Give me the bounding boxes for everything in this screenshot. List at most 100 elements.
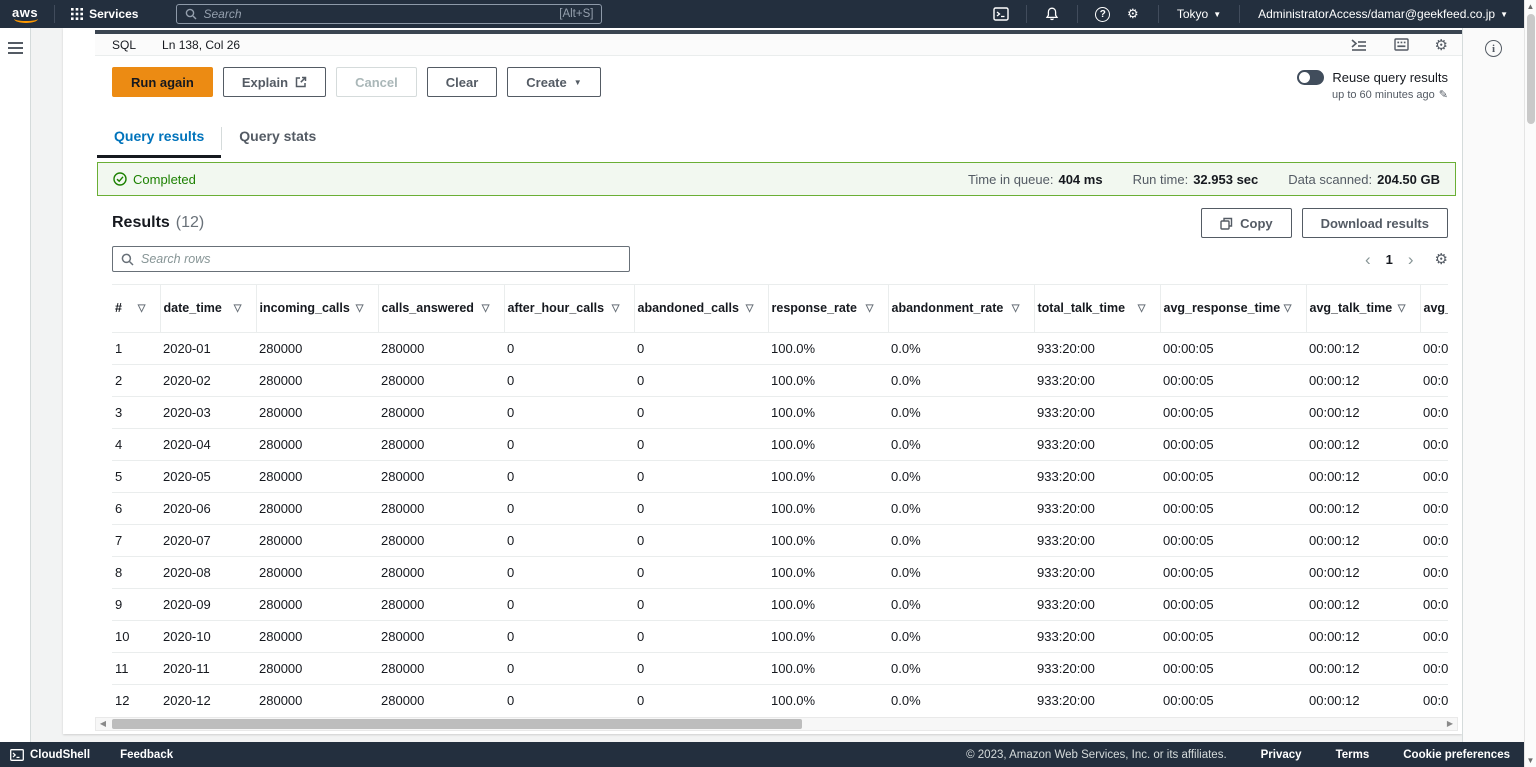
clear-button[interactable]: Clear xyxy=(427,67,498,97)
run-again-button[interactable]: Run again xyxy=(112,67,213,97)
next-page-icon[interactable]: › xyxy=(1408,251,1414,268)
table-cell: 00:00: xyxy=(1420,525,1448,557)
query-editor-panel: SQL Ln 138, Col 26 ⚙ Run again Explain xyxy=(63,28,1462,734)
console-search[interactable]: [Alt+S] xyxy=(176,4,602,24)
table-cell: 0.0% xyxy=(888,461,1034,493)
column-header-after-hour-calls[interactable]: after_hour_calls▽ xyxy=(504,285,634,333)
column-filter-icon[interactable]: ▽ xyxy=(1012,303,1030,314)
reuse-results-toggle[interactable] xyxy=(1297,70,1324,85)
settings-gear-icon[interactable]: ⚙ xyxy=(1118,0,1148,28)
table-cell: 0 xyxy=(634,493,768,525)
vertical-scrollbar[interactable]: ▲ ▼ xyxy=(1524,0,1536,767)
search-rows-input[interactable] xyxy=(141,252,621,266)
help-icon[interactable]: ? xyxy=(1088,0,1118,28)
column-filter-icon[interactable]: ▽ xyxy=(356,303,374,314)
table-cell: 00:00: xyxy=(1420,461,1448,493)
cookie-preferences-link[interactable]: Cookie preferences xyxy=(1403,749,1510,761)
column-label: calls_answered xyxy=(382,300,474,317)
scroll-up-icon[interactable]: ▲ xyxy=(1525,0,1536,13)
column-header-avg-talk-time[interactable]: avg_talk_time ▽ xyxy=(1306,285,1420,333)
table-cell: 0 xyxy=(634,621,768,653)
table-cell: 0 xyxy=(504,557,634,589)
table-cell: 280000 xyxy=(256,557,378,589)
results-filter-row: ‹ 1 › ⚙ xyxy=(112,246,1448,272)
privacy-link[interactable]: Privacy xyxy=(1261,749,1302,761)
table-cell: 00:00:12 xyxy=(1306,589,1420,621)
cloudshell-icon[interactable] xyxy=(986,0,1016,28)
table-cell: 00:00:05 xyxy=(1160,557,1306,589)
column-filter-icon[interactable]: ▽ xyxy=(612,303,630,314)
column-filter-icon[interactable]: ▽ xyxy=(234,303,252,314)
table-cell: 0 xyxy=(504,365,634,397)
info-icon[interactable]: i xyxy=(1485,40,1502,57)
tab-query-results[interactable]: Query results xyxy=(97,126,221,158)
menu-hamburger-icon[interactable] xyxy=(8,42,23,54)
column-header-total-talk-time[interactable]: total_talk_time▽ xyxy=(1034,285,1160,333)
scrollbar-thumb[interactable] xyxy=(1527,14,1535,124)
column-filter-icon[interactable]: ▽ xyxy=(138,303,156,314)
scroll-down-icon[interactable]: ▼ xyxy=(1525,754,1536,767)
table-cell: 100.0% xyxy=(768,429,888,461)
region-selector[interactable]: Tokyo ▼ xyxy=(1169,0,1229,28)
services-menu[interactable]: Services xyxy=(65,0,144,28)
copy-button[interactable]: Copy xyxy=(1201,208,1292,238)
download-results-button[interactable]: Download results xyxy=(1302,208,1448,238)
table-cell: 280000 xyxy=(378,333,504,365)
table-cell: 12 xyxy=(112,685,160,717)
column-filter-icon[interactable]: ▽ xyxy=(482,303,500,314)
notifications-bell-icon[interactable] xyxy=(1037,0,1067,28)
table-cell: 2020-10 xyxy=(160,621,256,653)
tab-query-stats[interactable]: Query stats xyxy=(222,126,333,158)
divider xyxy=(1158,5,1159,23)
cancel-button[interactable]: Cancel xyxy=(336,67,417,97)
scrollbar-thumb[interactable] xyxy=(112,719,802,729)
table-cell: 0.0% xyxy=(888,333,1034,365)
scroll-left-icon[interactable]: ◀ xyxy=(96,719,110,728)
explain-button[interactable]: Explain xyxy=(223,67,326,97)
column-header--[interactable]: #▽ xyxy=(112,285,160,333)
column-label: avg_talk_time xyxy=(1310,300,1393,317)
column-filter-icon[interactable]: ▽ xyxy=(866,303,884,314)
create-dropdown-button[interactable]: Create ▼ xyxy=(507,67,600,97)
column-label: response_rate xyxy=(772,300,857,317)
editor-settings-gear-icon[interactable]: ⚙ xyxy=(1435,36,1448,54)
table-cell: 280000 xyxy=(378,621,504,653)
copy-icon xyxy=(1220,217,1233,230)
column-filter-icon[interactable]: ▽ xyxy=(746,303,764,314)
search-input[interactable] xyxy=(203,7,553,21)
column-header-abandoned-calls[interactable]: abandoned_calls▽ xyxy=(634,285,768,333)
terms-link[interactable]: Terms xyxy=(1336,749,1370,761)
previous-page-icon[interactable]: ‹ xyxy=(1365,251,1371,268)
footer-feedback[interactable]: Feedback xyxy=(120,749,173,761)
table-cell: 00:00:12 xyxy=(1306,653,1420,685)
edit-pencil-icon[interactable]: ✎ xyxy=(1439,88,1448,101)
table-cell: 280000 xyxy=(378,461,504,493)
column-filter-icon[interactable]: ▽ xyxy=(1138,303,1156,314)
table-cell: 0 xyxy=(634,461,768,493)
column-filter-icon[interactable]: ▽ xyxy=(1284,303,1302,314)
scroll-right-icon[interactable]: ▶ xyxy=(1443,719,1457,728)
column-header-avg-response-time[interactable]: avg_response_time▽ xyxy=(1160,285,1306,333)
keyboard-shortcuts-icon[interactable] xyxy=(1394,38,1409,51)
format-query-icon[interactable] xyxy=(1351,38,1368,51)
column-header-date-time[interactable]: date_time▽ xyxy=(160,285,256,333)
table-cell: 00:00: xyxy=(1420,685,1448,717)
aws-logo[interactable]: aws xyxy=(10,5,44,23)
column-header-response-rate[interactable]: response_rate ▽ xyxy=(768,285,888,333)
column-header-avg-a[interactable]: avg_a▽ xyxy=(1420,285,1448,333)
column-header-calls-answered[interactable]: calls_answered ▽ xyxy=(378,285,504,333)
search-rows-box[interactable] xyxy=(112,246,630,272)
table-cell: 100.0% xyxy=(768,461,888,493)
table-cell: 0 xyxy=(634,525,768,557)
horizontal-scrollbar[interactable]: ◀ ▶ xyxy=(95,717,1458,731)
table-cell: 933:20:00 xyxy=(1034,429,1160,461)
footer-cloudshell[interactable]: CloudShell xyxy=(10,749,90,761)
preferences-gear-icon[interactable]: ⚙ xyxy=(1435,250,1448,268)
table-cell: 100.0% xyxy=(768,685,888,717)
column-header-incoming-calls[interactable]: incoming_calls▽ xyxy=(256,285,378,333)
column-filter-icon[interactable]: ▽ xyxy=(1398,303,1416,314)
table-cell: 00:00: xyxy=(1420,589,1448,621)
account-menu[interactable]: AdministratorAccess/damar@geekfeed.co.jp… xyxy=(1250,0,1516,28)
page-number[interactable]: 1 xyxy=(1386,252,1393,267)
column-header-abandonment-rate[interactable]: abandonment_rate▽ xyxy=(888,285,1034,333)
